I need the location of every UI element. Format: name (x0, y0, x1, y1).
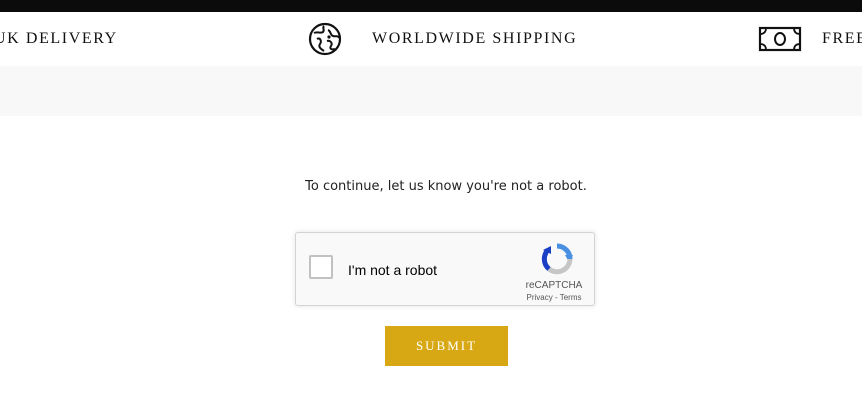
recaptcha-brand: reCAPTCHA (525, 280, 583, 291)
recaptcha-widget: I'm not a robot reCAPTCHA Privacy - Term… (295, 232, 595, 306)
top-black-bar (0, 0, 862, 12)
submit-button[interactable]: SUBMIT (385, 326, 508, 366)
recaptcha-logo-icon (541, 243, 573, 279)
banknote-icon (758, 25, 804, 57)
globe-icon (308, 22, 344, 60)
recaptcha-links: Privacy - Terms (518, 293, 590, 302)
captcha-message: To continue, let us know you're not a ro… (305, 179, 587, 194)
promo-bar: UK DELIVERY WORLDWIDE SHIPPING FREE (0, 12, 862, 66)
promo-worldwide-shipping: WORLDWIDE SHIPPING (372, 30, 578, 47)
recaptcha-link-separator: - (554, 293, 558, 302)
recaptcha-checkbox[interactable] (309, 255, 333, 279)
recaptcha-privacy-link[interactable]: Privacy (527, 293, 553, 302)
header-band (0, 66, 862, 116)
recaptcha-label: I'm not a robot (348, 262, 438, 278)
promo-free: FREE (822, 30, 862, 47)
promo-uk-delivery: UK DELIVERY (0, 30, 118, 47)
recaptcha-terms-link[interactable]: Terms (560, 293, 582, 302)
